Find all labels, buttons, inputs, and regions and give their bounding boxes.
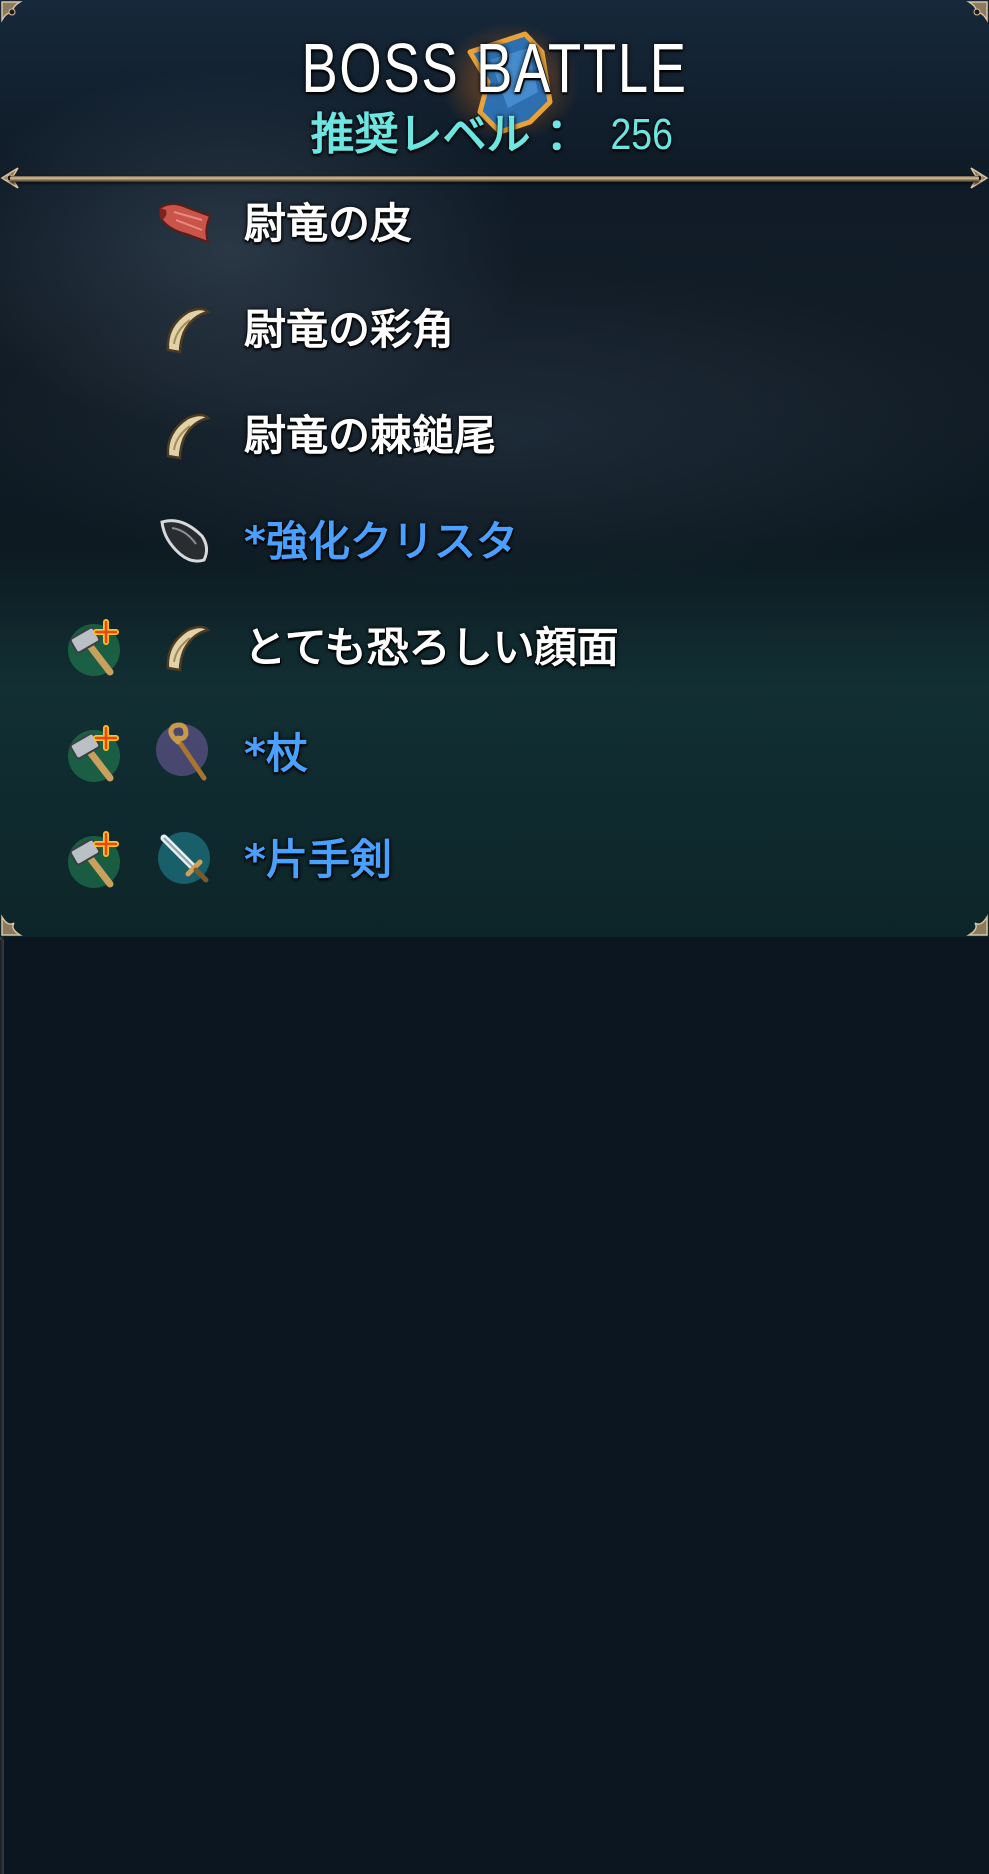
drop-item-label: とても恐ろしい顔面 [244, 623, 619, 672]
craft-hammer-plus-icon [62, 828, 126, 892]
craft-hammer-plus-icon [62, 616, 126, 680]
drop-item-label: *杖 [244, 729, 308, 778]
drop-item-label: *強化クリスタ [244, 517, 518, 566]
drop-item[interactable]: とても恐ろしい顔面 [0, 600, 989, 700]
drop-item[interactable]: 尉竜の皮 [0, 176, 989, 276]
horn-icon [152, 402, 216, 466]
staff-icon [152, 720, 216, 784]
boss-battle-title: BOSS BATTLE [301, 29, 688, 107]
drop-item-label: 尉竜の彩角 [244, 305, 455, 354]
craft-hammer-plus-icon [62, 722, 126, 786]
recommended-level-label: 推奨レベル ： [310, 109, 606, 160]
drop-item-label: 尉竜の棘鎚尾 [244, 411, 497, 460]
drop-item[interactable]: *片手剣 [0, 812, 989, 912]
drop-item[interactable]: 尉竜の棘鎚尾 [0, 388, 989, 488]
hide-icon [152, 190, 216, 254]
sword-icon [152, 826, 216, 890]
horn-icon [152, 296, 216, 360]
drop-item-label: 尉竜の皮 [244, 199, 413, 248]
drop-item[interactable]: *杖 [0, 706, 989, 806]
frame-right-edge [0, 940, 4, 1874]
recommended-level-value: 256 [610, 110, 674, 159]
drop-item[interactable]: *強化クリスタ [0, 494, 989, 594]
corner-ornament-icon [0, 0, 36, 36]
horn-icon [152, 614, 216, 678]
drop-item-label: *片手剣 [244, 835, 392, 884]
corner-ornament-icon [953, 0, 989, 36]
drop-item[interactable]: 尉竜の彩角 [0, 282, 989, 382]
crystal-icon [152, 508, 216, 572]
recommended-level: 推奨レベル ： 256 [0, 108, 989, 162]
